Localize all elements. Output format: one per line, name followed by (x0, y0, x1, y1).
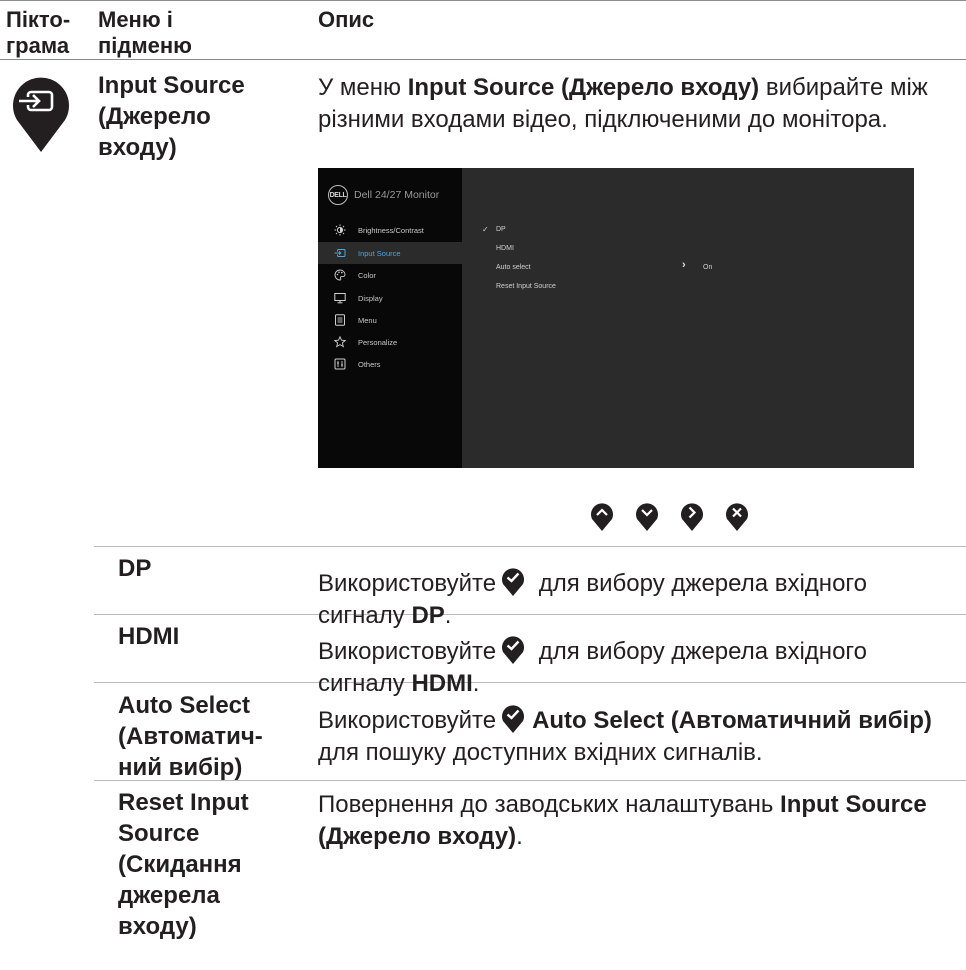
auto-select-desc-pre: Використовуйте (318, 707, 497, 734)
osd-screenshot: DELL Dell 24/27 Monitor Brightness/Contr… (318, 168, 914, 468)
input-source-description: У меню Input Source (Джерело входу) виби… (318, 72, 958, 136)
osd-menu-brightness-label: Brightness/Contrast (358, 225, 424, 235)
dp-desc-pre: Використовуйте (318, 570, 497, 597)
reset-desc-post: . (516, 823, 523, 850)
header-menu-line1: Меню і (98, 7, 173, 32)
osd-option-auto-select[interactable]: Auto select (496, 264, 531, 271)
check-icon (502, 705, 525, 733)
right-icon (681, 503, 703, 531)
osd-checkmark: ✓ (482, 225, 489, 234)
osd-menu-menu-label: Menu (358, 315, 377, 325)
osd-menu-personalize-label: Personalize (358, 337, 398, 347)
hdmi-title-line1: HDMI (118, 623, 180, 650)
display-icon (334, 293, 346, 304)
table-top-rule (0, 0, 966, 1)
input-source-title-line1: Input Source (98, 72, 245, 99)
header-icon-line1: Пікто- (6, 7, 71, 32)
input-source-title-line3: входу) (98, 134, 177, 161)
auto-select-title-line3: ний вибір) (118, 754, 243, 781)
dp-description: Використовуйте для вибору джерела вхідно… (318, 565, 958, 632)
reset-title-line4: джерела (118, 882, 220, 909)
others-icon (334, 358, 346, 370)
input-source-title-line2: (Джерело (98, 103, 211, 130)
osd-menu-others-label: Others (358, 359, 381, 369)
input-source-desc-bold: Input Source (Джерело входу) (407, 74, 760, 101)
input-source-title: Input Source (Джерело входу) (98, 70, 245, 163)
auto-select-desc-bold: Auto Select (Автоматичний вибір) (532, 707, 932, 734)
check-icon (502, 568, 525, 596)
reset-title-line5: входу) (118, 913, 197, 940)
header-bottom-rule (0, 59, 966, 60)
reset-desc-pre: Повернення до заводських налаштувань (318, 791, 781, 818)
hdmi-title: HDMI (118, 621, 179, 652)
header-description-column: Опис (318, 7, 375, 32)
reset-title-line3: (Скидання (118, 851, 242, 878)
row-rule-dp (94, 546, 966, 547)
osd-menu-display[interactable]: Display (318, 287, 462, 309)
header-icon-column: Пікто- грама (6, 7, 70, 59)
color-palette-icon (334, 269, 346, 281)
osd-menu-display-label: Display (358, 293, 383, 303)
up-icon (591, 503, 613, 531)
reset-title-line1: Reset Input (118, 789, 249, 816)
header-icon-line2: грама (6, 33, 70, 58)
brightness-icon (334, 224, 346, 236)
input-source-icon (334, 249, 346, 257)
osd-auto-select-value: On (703, 264, 713, 271)
osd-title: Dell 24/27 Monitor (354, 189, 440, 201)
header-menu-column: Меню і підменю (98, 7, 192, 59)
hdmi-desc-post: . (472, 670, 480, 697)
reset-input-source-title: Reset Input Source (Скидання джерела вхо… (118, 787, 249, 942)
auto-select-title-line2: (Автоматич- (118, 723, 263, 750)
dell-logo: DELL (328, 185, 348, 205)
reset-title-line2: Source (118, 820, 200, 847)
osd-menu-others[interactable]: Others (318, 353, 462, 375)
osd-menu-menu[interactable]: Menu (318, 309, 462, 331)
osd-menu-brightness[interactable]: Brightness/Contrast (318, 219, 462, 241)
osd-option-dp[interactable]: DP (496, 226, 506, 233)
osd-menu-input-source[interactable]: Input Source (318, 242, 462, 264)
input-source-desc-pre: У меню (318, 74, 408, 101)
osd-option-hdmi[interactable]: HDMI (496, 245, 514, 252)
dp-title: DP (118, 553, 151, 584)
star-icon (334, 336, 346, 348)
header-menu-line2: підменю (98, 33, 192, 58)
osd-brand: DELL Dell 24/27 Monitor (328, 185, 439, 205)
auto-select-desc-post: для пошуку доступних вхідних сигналів. (318, 739, 763, 766)
hdmi-desc-bold: HDMI (411, 670, 473, 697)
hdmi-description: Використовуйте для вибору джерела вхідно… (318, 633, 958, 700)
osd-menu-input-source-label: Input Source (358, 248, 401, 258)
osd-option-reset-input-source[interactable]: Reset Input Source (496, 283, 556, 290)
check-icon (502, 636, 525, 664)
osd-menu-color-label: Color (358, 270, 376, 280)
osd-menu-color[interactable]: Color (318, 264, 462, 286)
input-source-icon (13, 77, 69, 152)
menu-icon (335, 314, 345, 326)
close-icon (726, 503, 748, 531)
osd-menu-personalize[interactable]: Personalize (318, 331, 462, 353)
hdmi-desc-pre: Використовуйте (318, 638, 497, 665)
down-icon (636, 503, 658, 531)
auto-select-title-line1: Auto Select (118, 692, 251, 719)
auto-select-title: Auto Select (Автоматич- ний вибір) (118, 690, 263, 783)
dp-desc-post: . (444, 602, 452, 629)
chevron-right-icon: › (682, 259, 686, 271)
dp-desc-bold: DP (411, 602, 445, 629)
auto-select-description: Використовуйте Auto Select (Автоматичний … (318, 702, 958, 769)
dp-title-line1: DP (118, 555, 152, 582)
reset-input-source-description: Повернення до заводських налаштувань Inp… (318, 789, 958, 853)
